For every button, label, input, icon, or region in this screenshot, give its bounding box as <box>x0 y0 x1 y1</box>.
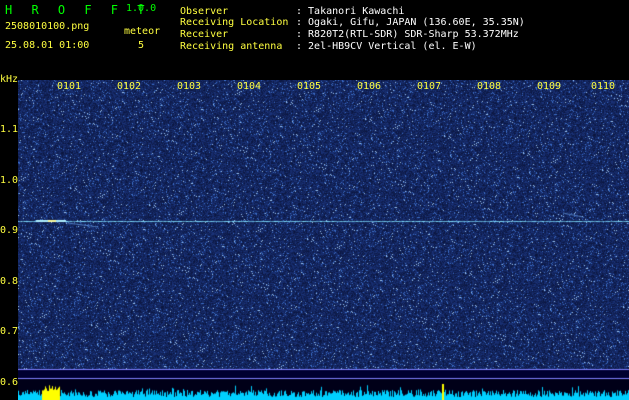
unit-label: kHz <box>0 74 19 85</box>
meteor-label: meteor <box>124 26 161 37</box>
freq-tick-label: 0.9 <box>0 225 19 236</box>
spectrogram-canvas <box>18 80 629 400</box>
freq-tick-label: 1.1 <box>0 124 19 135</box>
freq-tick-label: 0.6 <box>0 376 19 388</box>
time-tick-label: 0102 <box>116 81 142 92</box>
location-label: Receiving Location <box>180 17 289 28</box>
receiver-label: Receiver <box>180 29 229 40</box>
time-tick-label: 0104 <box>236 81 262 92</box>
freq-tick-label: 1.0 <box>0 174 19 186</box>
time-tick-label: 0101 <box>56 81 82 92</box>
file-name: 2508010100.png <box>5 21 90 32</box>
antenna-value: : 2el-HB9CV Vertical (el. E-W) <box>296 41 477 52</box>
freq-tick-label: 0.7 <box>0 326 19 337</box>
time-tick-label: 0106 <box>356 81 382 92</box>
observer-label: Observer <box>180 6 229 17</box>
meteor-count: 5 <box>138 40 145 51</box>
time-tick-label: 0108 <box>476 81 502 92</box>
time-tick-label: 0110 <box>590 81 616 92</box>
receiver-value: : R820T2(RTL-SDR) SDR-Sharp 53.372MHz <box>296 29 519 40</box>
file-datetime: 25.08.01 01:00 <box>5 40 90 51</box>
location-value: : Ogaki, Gifu, JAPAN (136.60E, 35.35N) <box>296 17 525 28</box>
time-tick-label: 0105 <box>296 81 322 92</box>
time-tick-label: 0107 <box>416 81 442 92</box>
app-version: 1.0.0 <box>126 3 157 14</box>
time-tick-label: 0103 <box>176 81 202 92</box>
time-tick-label: 0109 <box>536 81 562 92</box>
observer-value: : Takanori Kawachi <box>296 6 405 17</box>
antenna-label: Receiving antenna <box>180 41 283 52</box>
freq-tick-label: 0.8 <box>0 275 19 287</box>
